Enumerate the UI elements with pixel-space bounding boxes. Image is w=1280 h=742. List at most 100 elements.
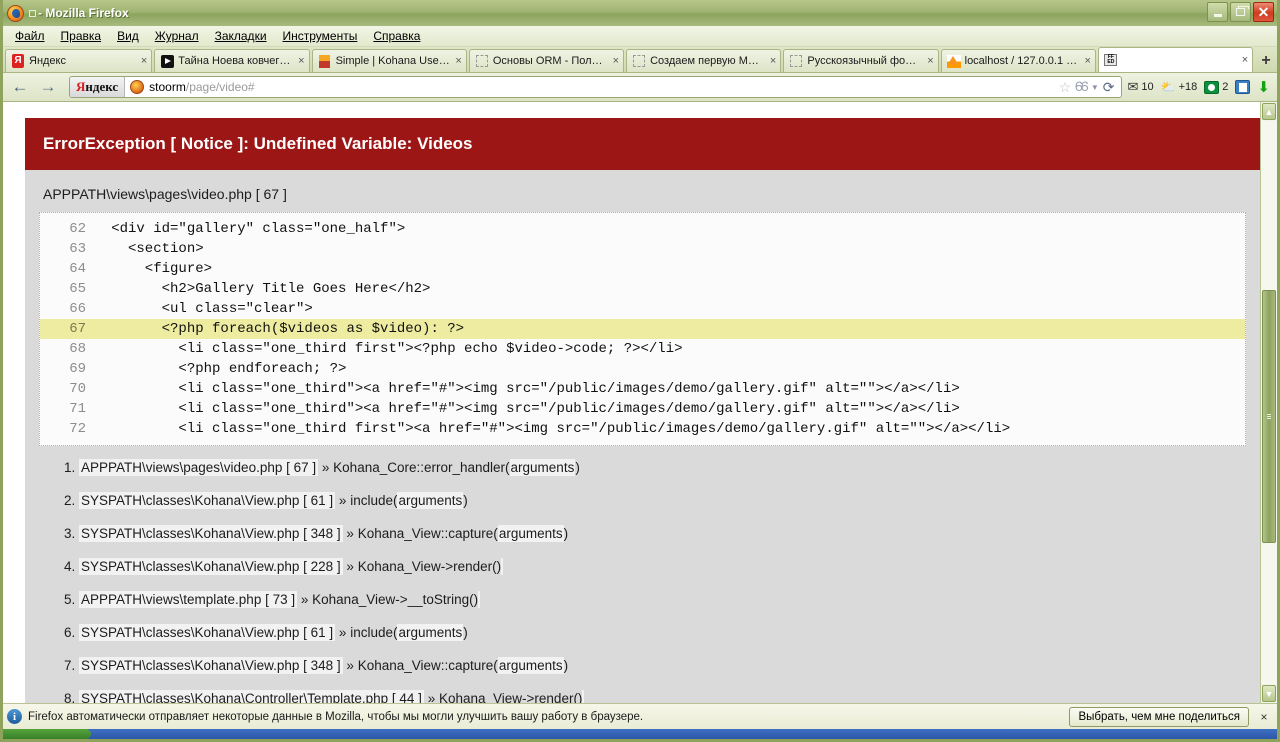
- chevron-down-icon[interactable]: ▼: [1091, 83, 1099, 92]
- scrollbar-track[interactable]: [1261, 121, 1277, 684]
- arrow-left-icon: ←: [11, 77, 29, 96]
- tab-close-icon[interactable]: ×: [141, 55, 147, 67]
- trace-function-end: ): [463, 493, 468, 508]
- new-tab-button[interactable]: +: [1255, 50, 1277, 72]
- trace-arguments: arguments: [509, 459, 576, 476]
- menu-item-bookmarks[interactable]: Закладки: [207, 27, 275, 45]
- menu-item-view[interactable]: Вид: [109, 27, 147, 45]
- screenshot-widget[interactable]: [1235, 80, 1251, 94]
- code-line-number: 68: [69, 341, 86, 357]
- trace-separator: »: [338, 493, 347, 508]
- mail-widget[interactable]: ✉ 10: [1128, 79, 1154, 95]
- trace-separator: »: [338, 625, 347, 640]
- reload-icon[interactable]: ⟳: [1103, 79, 1115, 96]
- menu-item-history[interactable]: Журнал: [147, 27, 207, 45]
- code-row: 68 <li class="one_third first"><?php ech…: [40, 339, 1245, 359]
- scroll-down-button[interactable]: ▼: [1262, 685, 1276, 702]
- forward-button[interactable]: →: [35, 75, 61, 99]
- menu-item-edit[interactable]: Правка: [53, 27, 110, 45]
- chevron-up-icon: ▲: [1264, 106, 1274, 117]
- menu-item-file[interactable]: Файл: [7, 27, 53, 45]
- bookmark-star-icon[interactable]: ☆: [1059, 79, 1072, 96]
- maximize-button[interactable]: [1230, 2, 1251, 22]
- tab-close-icon[interactable]: ×: [455, 55, 461, 67]
- tab-orm-basics[interactable]: Основы ORM - Полу… ×: [468, 49, 625, 72]
- window-title: - Mozilla Firefox: [29, 6, 129, 20]
- downloads-widget[interactable]: ⬇: [1257, 78, 1270, 96]
- weather-widget[interactable]: ⛅ +18: [1161, 80, 1198, 94]
- start-button[interactable]: [3, 729, 91, 739]
- menu-item-history-label: Журнал: [154, 29, 199, 43]
- menu-item-tools[interactable]: Инструменты: [275, 27, 366, 45]
- tab-close-icon[interactable]: ×: [613, 55, 619, 67]
- scroll-up-button[interactable]: ▲: [1262, 103, 1276, 120]
- window-title-text: - Mozilla Firefox: [38, 6, 129, 20]
- back-button[interactable]: ←: [7, 75, 33, 99]
- phpmyadmin-favicon: [946, 54, 961, 68]
- list-item[interactable]: SYSPATH\classes\Kohana\View.php [ 61 ] »…: [79, 492, 1246, 509]
- trace-path: SYSPATH\classes\Kohana\View.php [ 348 ]: [79, 657, 343, 674]
- trace-function-end: ): [563, 526, 569, 541]
- tab-yandex[interactable]: Я Яндекс ×: [5, 49, 153, 72]
- tab-active-error-page[interactable]: FF ED ×: [1097, 47, 1254, 72]
- restore-icon: [1236, 6, 1249, 16]
- list-item[interactable]: SYSPATH\classes\Kohana\View.php [ 348 ] …: [79, 525, 1246, 542]
- info-icon: i: [7, 709, 22, 724]
- tab-create-first-module[interactable]: Создаем первую Mo… ×: [626, 49, 782, 72]
- code-line-text: <li class="one_third first"><?php echo $…: [86, 341, 683, 357]
- menu-item-help[interactable]: Справка: [365, 27, 428, 45]
- menu-item-tools-label: Инструменты: [282, 29, 358, 43]
- screenshot-icon: [1235, 80, 1251, 94]
- search-engine-rest: ндекс: [85, 79, 119, 94]
- tab-label: Русскоязычный фор…: [807, 55, 923, 67]
- tab-close-icon[interactable]: ×: [1084, 55, 1090, 67]
- blank-favicon: [632, 54, 646, 68]
- trace-path: APPPATH\views\template.php [ 73 ]: [79, 591, 298, 608]
- arrow-right-icon: →: [39, 77, 57, 96]
- tab-close-icon[interactable]: ×: [298, 55, 304, 67]
- tab-close-icon[interactable]: ×: [770, 55, 776, 67]
- web-page: ErrorException [ Notice ]: Undefined Var…: [3, 102, 1260, 703]
- code-row: 65 <h2>Gallery Title Goes Here</h2>: [40, 279, 1245, 299]
- page-scrollbar[interactable]: ▲ ▼: [1260, 102, 1277, 703]
- tab-label: Создаем первую Mo…: [650, 55, 765, 67]
- address-bar[interactable]: Яндекс stoorm/page/video# ☆ ᏮᏮ ▼ ⟳: [69, 76, 1122, 98]
- trace-path: SYSPATH\classes\Kohana\View.php [ 228 ]: [79, 558, 343, 575]
- tab-close-icon[interactable]: ×: [1242, 54, 1248, 66]
- notifications-widget[interactable]: 2: [1204, 80, 1228, 94]
- code-line-number: 72: [69, 421, 86, 437]
- tab-phpmyadmin-localhost[interactable]: localhost / 127.0.0.1 … ×: [940, 49, 1096, 72]
- window-controls: ✕: [1207, 2, 1274, 22]
- scrollbar-thumb[interactable]: [1262, 289, 1276, 544]
- error-page: ErrorException [ Notice ]: Undefined Var…: [25, 118, 1260, 703]
- code-line-text: <h2>Gallery Title Goes Here</h2>: [86, 281, 431, 297]
- list-item[interactable]: SYSPATH\classes\Kohana\View.php [ 61 ] »…: [79, 624, 1246, 641]
- menu-item-file-label: Файл: [15, 29, 45, 43]
- tab-noahs-ark[interactable]: Тайна Ноева ковчег… ×: [154, 49, 310, 72]
- tab-kohana-user-guide[interactable]: Simple | Kohana User … ×: [311, 49, 467, 72]
- list-item[interactable]: APPPATH\views\template.php [ 73 ] » Koha…: [79, 591, 1246, 608]
- close-button[interactable]: ✕: [1253, 2, 1274, 22]
- tab-russian-forum[interactable]: Русскоязычный фор… ×: [783, 49, 939, 72]
- minimize-button[interactable]: [1207, 2, 1228, 22]
- code-line-text: <section>: [86, 241, 204, 257]
- mail-count: 10: [1141, 81, 1154, 93]
- glasses-icon[interactable]: ᏮᏮ: [1075, 79, 1089, 95]
- trace-arguments: [501, 558, 504, 575]
- tab-close-icon[interactable]: ×: [927, 55, 933, 67]
- list-item[interactable]: APPPATH\views\pages\video.php [ 67 ] » K…: [79, 459, 1246, 476]
- choose-sharing-button[interactable]: Выбрать, чем мне поделиться: [1069, 706, 1249, 727]
- tab-label: localhost / 127.0.0.1 …: [964, 55, 1078, 67]
- list-item[interactable]: SYSPATH\classes\Kohana\Controller\Templa…: [79, 690, 1246, 703]
- notification-close-icon[interactable]: ×: [1255, 710, 1273, 724]
- kohana-favicon: [318, 54, 332, 68]
- list-item[interactable]: SYSPATH\classes\Kohana\View.php [ 348 ] …: [79, 657, 1246, 674]
- trace-arguments: [478, 591, 481, 608]
- search-engine-badge[interactable]: Яндекс: [70, 77, 126, 97]
- minimize-icon: [1213, 14, 1222, 17]
- code-line-text: <div id="gallery" class="one_half">: [86, 221, 406, 237]
- download-arrow-icon: ⬇: [1257, 79, 1270, 96]
- list-item[interactable]: SYSPATH\classes\Kohana\View.php [ 228 ] …: [79, 558, 1246, 575]
- trace-function: Kohana_View::capture(: [357, 658, 498, 673]
- tab-label: Основы ORM - Полу…: [492, 55, 608, 67]
